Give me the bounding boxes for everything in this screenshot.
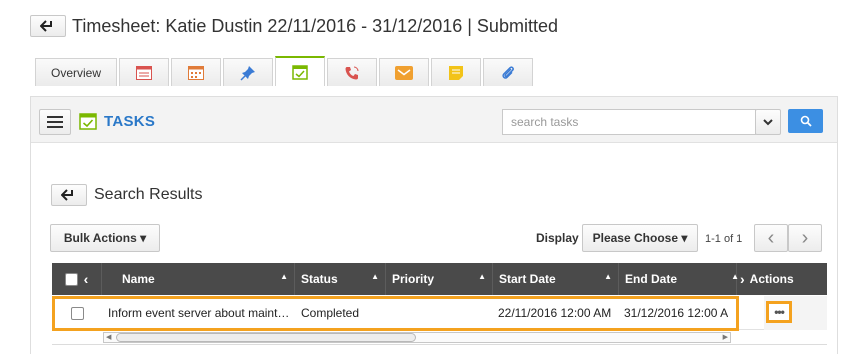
- column-label: Name: [122, 272, 155, 286]
- tab-notes[interactable]: [431, 58, 481, 86]
- chevron-left-icon[interactable]: ‹: [84, 271, 89, 287]
- results-title: Search Results: [94, 186, 203, 203]
- row-checkbox[interactable]: [70, 306, 84, 320]
- arrow-left-icon: [61, 189, 73, 201]
- attachment-icon: [502, 65, 514, 79]
- tasks-icon: [292, 65, 308, 80]
- chevron-down-icon: [763, 118, 773, 125]
- note-icon: [449, 65, 463, 80]
- magnifier-icon: [800, 115, 812, 127]
- phone-icon: [345, 66, 359, 79]
- report-icon: [136, 65, 152, 80]
- column-label: Actions: [749, 272, 794, 286]
- column-label: Status: [301, 272, 338, 286]
- display-select[interactable]: Please Choose ▾: [582, 224, 698, 252]
- back-button[interactable]: [30, 15, 66, 37]
- row-actions-button[interactable]: •••: [766, 301, 792, 323]
- column-label: End Date: [625, 272, 678, 286]
- tab-tasks[interactable]: [275, 56, 325, 86]
- tasks-panel: TASKS Search Results Bulk Actions ▾ Disp…: [30, 96, 838, 354]
- calendar-icon: [188, 66, 204, 80]
- ellipsis-icon: •••: [774, 305, 785, 319]
- scroll-left-icon[interactable]: ◀: [106, 333, 111, 342]
- column-header-priority[interactable]: Priority ▲: [386, 263, 493, 295]
- tab-pins[interactable]: [223, 58, 273, 86]
- chevron-right-icon: ›: [801, 227, 809, 249]
- results-back-button[interactable]: [51, 184, 87, 206]
- panel-header: TASKS: [31, 97, 837, 143]
- arrow-left-icon: [40, 20, 52, 32]
- email-icon: [395, 65, 413, 80]
- sort-up-icon: ▲: [604, 272, 612, 281]
- sort-up-icon: ▲: [371, 272, 379, 281]
- bulk-actions-button[interactable]: Bulk Actions ▾: [50, 224, 160, 252]
- cell-name[interactable]: Inform event server about maint…: [108, 296, 296, 330]
- column-header-status[interactable]: Status ▲: [295, 263, 386, 295]
- divider: [52, 344, 827, 345]
- search-button[interactable]: [788, 109, 823, 133]
- column-header-name[interactable]: Name ▲: [102, 263, 295, 295]
- chevron-left-icon: ‹: [767, 227, 775, 249]
- search-filter-dropdown[interactable]: [755, 109, 781, 135]
- tab-calendar[interactable]: [171, 58, 221, 86]
- scrollbar-thumb[interactable]: [116, 333, 416, 342]
- table-row: Inform event server about maint… Complet…: [52, 296, 827, 330]
- cell-end-date: 31/12/2016 12:00 A: [624, 306, 729, 320]
- next-page-button[interactable]: ›: [788, 224, 822, 252]
- column-header-end-date[interactable]: End Date ▲: [619, 263, 739, 295]
- horizontal-scrollbar[interactable]: ◀ ▶: [103, 332, 731, 343]
- scroll-right-icon[interactable]: ▶: [723, 333, 728, 342]
- tab-calls[interactable]: [327, 58, 377, 86]
- search-input[interactable]: [502, 109, 756, 135]
- tab-emails[interactable]: [379, 58, 429, 86]
- column-label: Start Date: [499, 272, 556, 286]
- tab-overview-label: Overview: [50, 65, 101, 80]
- pagination-range: 1-1 of 1: [705, 233, 743, 245]
- tab-reports[interactable]: [119, 58, 169, 86]
- cell-priority: [392, 296, 492, 330]
- sort-up-icon: ▲: [280, 272, 288, 281]
- display-label: Display: [536, 231, 579, 245]
- table-header: ‹ Name ▲ Status ▲ Priority ▲ Start Date …: [52, 263, 827, 295]
- tab-overview[interactable]: Overview: [35, 58, 117, 86]
- pin-icon: [240, 65, 255, 81]
- sort-up-icon: ▲: [478, 272, 486, 281]
- menu-button[interactable]: [39, 109, 71, 135]
- hamburger-icon: [47, 116, 63, 128]
- column-header-start-date[interactable]: Start Date ▲: [493, 263, 619, 295]
- cell-status: Completed: [301, 306, 360, 320]
- column-label: Priority: [392, 272, 435, 286]
- cell-start-date: 22/11/2016 12:00 AM: [498, 306, 612, 320]
- row-select-cell: [52, 296, 102, 330]
- page-title: Timesheet: Katie Dustin 22/11/2016 - 31/…: [72, 16, 558, 36]
- tasks-title-icon: [79, 113, 97, 130]
- column-header-actions: › Actions: [737, 263, 827, 295]
- select-all-checkbox[interactable]: [64, 272, 78, 286]
- chevron-right-icon[interactable]: ›: [740, 271, 745, 287]
- tab-bar: Overview: [35, 56, 535, 86]
- panel-title: TASKS: [104, 113, 156, 130]
- prev-page-button[interactable]: ‹: [754, 224, 788, 252]
- tab-documents[interactable]: [483, 58, 533, 86]
- select-all-header: ‹: [52, 263, 102, 295]
